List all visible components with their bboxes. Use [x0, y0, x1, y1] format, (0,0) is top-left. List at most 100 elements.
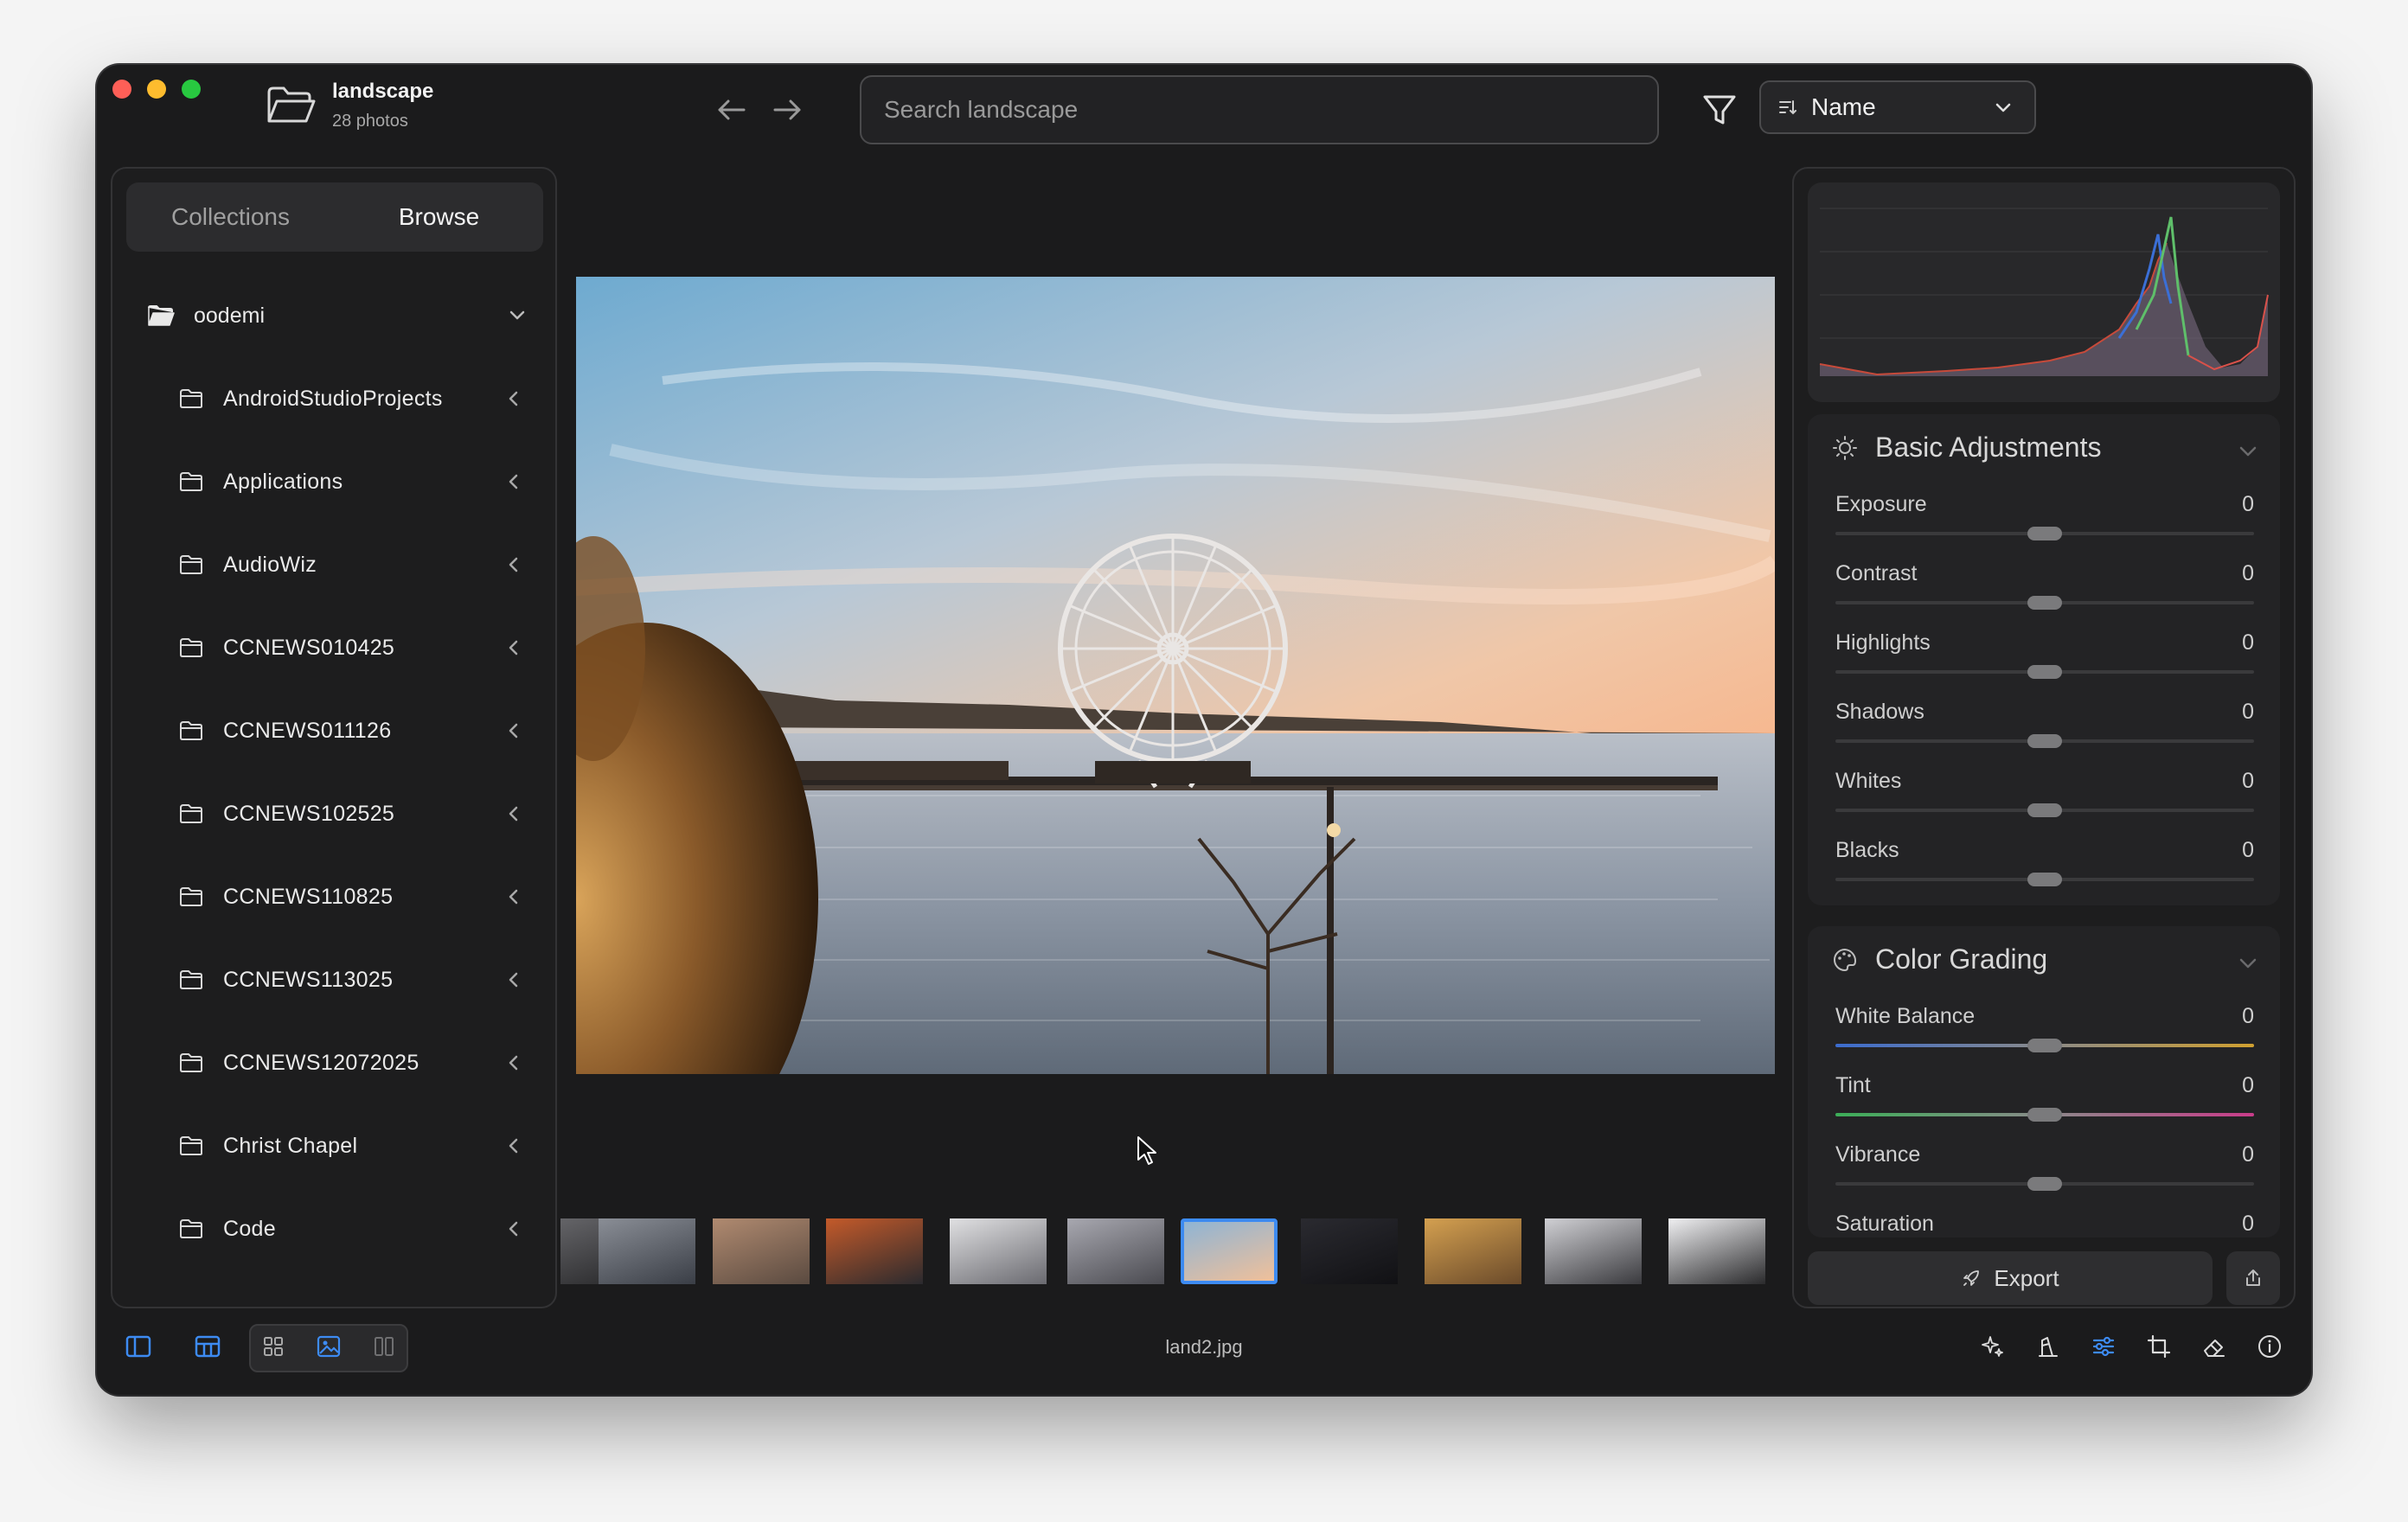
palette-icon	[1834, 948, 1857, 971]
filmstrip-thumbnail[interactable]	[950, 1218, 1047, 1284]
export-button[interactable]: Export	[1808, 1251, 2213, 1305]
chevron-left-icon[interactable]	[503, 1135, 524, 1156]
chevron-left-icon[interactable]	[503, 637, 524, 658]
slider-label: Saturation	[1835, 1212, 1934, 1236]
filmstrip-toggle-icon[interactable]	[192, 1331, 223, 1362]
auto-enhance-icon[interactable]	[1977, 1331, 2008, 1362]
sidebar-folder-item[interactable]: CCNEWS110825	[178, 879, 528, 914]
sidebar-toggle-icon[interactable]	[123, 1331, 154, 1362]
sidebar-folder-item[interactable]: Code	[178, 1212, 528, 1246]
tab-browse[interactable]: Browse	[335, 182, 543, 252]
maximize-window-button[interactable]	[182, 80, 201, 99]
filmstrip-thumbnail[interactable]	[826, 1218, 924, 1284]
sort-dropdown[interactable]: Name	[1759, 80, 2036, 134]
slider-value[interactable]: 0	[2242, 492, 2254, 517]
slider-value[interactable]: 0	[2242, 1073, 2254, 1098]
filmstrip-thumbnail[interactable]	[1425, 1218, 1522, 1284]
filmstrip-thumbnail[interactable]	[1545, 1218, 1643, 1284]
slider-thumb[interactable]	[2027, 527, 2062, 540]
slider-thumb[interactable]	[2027, 1039, 2062, 1052]
sort-icon	[1779, 100, 1796, 115]
main-photo[interactable]	[576, 277, 1775, 1074]
presets-icon[interactable]	[2033, 1331, 2064, 1362]
photo-count: 28 photos	[332, 112, 408, 131]
tab-collections[interactable]: Collections	[126, 182, 335, 252]
sidebar-folder-item[interactable]: CCNEWS113025	[178, 962, 528, 997]
filmstrip-thumbnail[interactable]	[1301, 1218, 1399, 1284]
filter-icon[interactable]	[1699, 89, 1740, 131]
chevron-left-icon[interactable]	[503, 471, 524, 492]
slider-label: Exposure	[1835, 492, 1927, 516]
sidebar-folder-item[interactable]: AudioWiz	[178, 547, 528, 582]
basic-adjustments-card: Basic Adjustments Exposure 0 Contrast 0 High…	[1808, 414, 2280, 905]
chevron-left-icon[interactable]	[503, 886, 524, 907]
slider-row: Highlights 0	[1835, 630, 2254, 700]
search-input[interactable]	[884, 96, 1657, 124]
sidebar-folder-item[interactable]: AndroidStudioProjects	[178, 381, 528, 416]
sidebar-folder-item[interactable]: CCNEWS12072025	[178, 1046, 528, 1080]
back-arrow-icon[interactable]	[714, 93, 749, 127]
slider-value[interactable]: 0	[2242, 1004, 2254, 1029]
single-image-view-icon[interactable]	[313, 1331, 344, 1362]
basic-adjustments-header[interactable]: Basic Adjustments	[1832, 432, 2101, 464]
slider-value[interactable]: 0	[2242, 769, 2254, 794]
info-icon[interactable]	[2254, 1331, 2285, 1362]
forward-arrow-icon[interactable]	[770, 93, 804, 127]
chevron-left-icon[interactable]	[503, 388, 524, 409]
filmstrip-thumbnail[interactable]	[1668, 1218, 1765, 1284]
slider-thumb[interactable]	[2027, 734, 2062, 748]
sidebar-folder-item[interactable]: CCNEWS010425	[178, 630, 528, 665]
sidebar-folder-label: AudioWiz	[223, 552, 317, 577]
slider-row: Shadows 0	[1835, 700, 2254, 769]
slider-thumb[interactable]	[2027, 873, 2062, 886]
chevron-left-icon[interactable]	[503, 720, 524, 741]
filmstrip-thumbnail[interactable]	[598, 1218, 695, 1284]
slider-value[interactable]: 0	[2242, 630, 2254, 655]
adjustments-icon[interactable]	[2088, 1331, 2119, 1362]
slider-row: Vibrance 0	[1835, 1142, 2254, 1212]
folder-icon	[267, 86, 316, 123]
current-filename: land2.jpg	[1165, 1336, 1243, 1358]
sidebar-folder-label: CCNEWS113025	[223, 967, 394, 992]
chevron-left-icon[interactable]	[503, 554, 524, 575]
chevron-left-icon[interactable]	[503, 1218, 524, 1239]
slider-value[interactable]: 0	[2242, 1142, 2254, 1167]
chevron-down-icon[interactable]	[2237, 952, 2259, 975]
slider-label: Vibrance	[1835, 1142, 1921, 1167]
slider-thumb[interactable]	[2027, 1177, 2062, 1191]
slider-value[interactable]: 0	[2242, 700, 2254, 725]
slider-value[interactable]: 0	[2242, 1212, 2254, 1237]
tree-root-oodemi[interactable]: oodemi	[147, 298, 528, 333]
grid-view-icon[interactable]	[258, 1331, 289, 1362]
chevron-left-icon[interactable]	[503, 803, 524, 824]
sidebar-folder-item[interactable]: CCNEWS102525	[178, 796, 528, 831]
chevron-left-icon[interactable]	[503, 969, 524, 990]
slider-value[interactable]: 0	[2242, 838, 2254, 863]
slider-thumb[interactable]	[2027, 596, 2062, 610]
folder-icon	[180, 389, 202, 408]
chevron-down-icon[interactable]	[2237, 440, 2259, 463]
folder-icon	[180, 970, 202, 989]
sidebar-folder-item[interactable]: CCNEWS011126	[178, 713, 528, 748]
sidebar-folder-item[interactable]: Applications	[178, 464, 528, 499]
tree-root-label: oodemi	[194, 303, 265, 328]
share-button[interactable]	[2226, 1251, 2280, 1305]
filmstrip-thumbnail[interactable]	[1066, 1218, 1164, 1284]
sidebar-folder-item[interactable]: Christ Chapel	[178, 1129, 528, 1163]
slider-thumb[interactable]	[2027, 1108, 2062, 1122]
eraser-icon[interactable]	[2199, 1331, 2230, 1362]
chevron-down-icon[interactable]	[507, 305, 528, 326]
chevron-left-icon[interactable]	[503, 1052, 524, 1073]
slider-thumb[interactable]	[2027, 665, 2062, 679]
minimize-window-button[interactable]	[147, 80, 166, 99]
crop-icon[interactable]	[2143, 1331, 2174, 1362]
close-window-button[interactable]	[112, 80, 131, 99]
compare-view-icon[interactable]	[368, 1331, 400, 1362]
chevron-down-icon	[1995, 103, 2011, 112]
filmstrip-thumbnail-selected[interactable]	[1181, 1218, 1278, 1284]
slider-value[interactable]: 0	[2242, 561, 2254, 586]
search-field[interactable]	[860, 75, 1659, 144]
slider-thumb[interactable]	[2027, 803, 2062, 817]
color-grading-header[interactable]: Color Grading	[1832, 943, 2047, 975]
filmstrip-thumbnail[interactable]	[712, 1218, 810, 1284]
